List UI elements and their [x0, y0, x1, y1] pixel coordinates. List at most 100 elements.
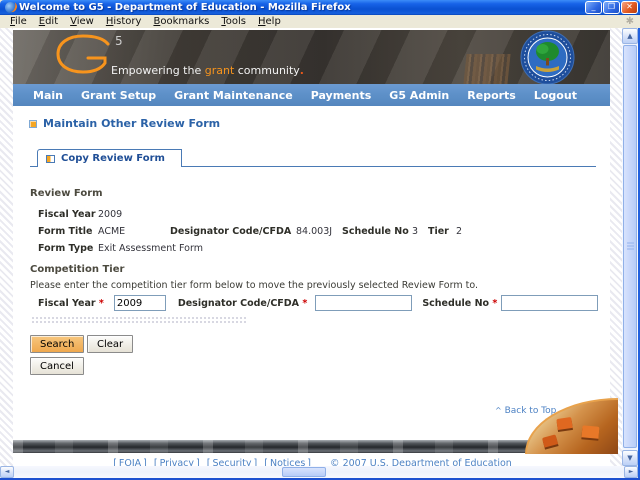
menu-tools[interactable]: Tools [215, 16, 252, 27]
ct-fiscal-year-input[interactable] [113, 295, 166, 311]
competition-tier-instruction: Please enter the competition tier form b… [30, 280, 478, 291]
horizontal-scroll-thumb[interactable] [282, 467, 326, 477]
nav-item-logout[interactable]: Logout [534, 89, 577, 102]
scroll-down-arrow-icon[interactable]: ▼ [622, 450, 638, 466]
fiscal-year-value: 2009 [98, 209, 123, 220]
page-content: 5 Empowering the grant community. Main G… [13, 28, 618, 466]
restore-button[interactable]: ❐ [603, 1, 620, 14]
browser-window: Welcome to G5 - Department of Education … [0, 0, 640, 480]
nav-item-payments[interactable]: Payments [311, 89, 372, 102]
ct-designator-label-text: Designator Code/CFDA [177, 297, 300, 309]
ct-schedule-label: Schedule No * [422, 298, 497, 309]
schedule-no-value: 3 [412, 226, 419, 237]
menu-help[interactable]: Help [252, 16, 287, 27]
footer-link-security[interactable]: Security [213, 458, 252, 466]
schedule-no-label: Schedule No [342, 226, 409, 237]
bracket: ] [307, 458, 312, 466]
footer-link-privacy[interactable]: Privacy [160, 458, 194, 466]
horizontal-scrollbar[interactable]: ◄ ► [0, 466, 638, 478]
review-form-row-3: Form Type Exit Assessment Form [38, 243, 203, 254]
tagline-period: . [299, 64, 304, 77]
minimize-button[interactable]: _ [585, 1, 602, 14]
menu-bar: File Edit View History Bookmarks Tools H… [0, 15, 640, 28]
cancel-button[interactable]: Cancel [30, 357, 84, 375]
menu-file[interactable]: File [4, 16, 33, 27]
ct-fiscal-year-label: Fiscal Year * [38, 298, 104, 309]
chair-shape [541, 434, 559, 448]
scroll-left-arrow-icon[interactable]: ◄ [0, 466, 14, 478]
chair-shape [556, 417, 573, 430]
tier-value: 2 [456, 226, 463, 237]
footer-copyright: © 2007 U.S. Department of Education [330, 458, 512, 466]
nav-item-reports[interactable]: Reports [467, 89, 516, 102]
competition-tier-form-row: Fiscal Year * Designator Code/CFDA * Sch… [38, 295, 599, 311]
designator-code-label: Designator Code/CFDA [170, 226, 292, 237]
ct-designator-required: * [302, 297, 308, 309]
ct-schedule-label-text: Schedule No [422, 297, 490, 309]
tab-copy-review-form[interactable]: Copy Review Form [37, 149, 182, 167]
review-form-section-title: Review Form [30, 188, 103, 199]
caret-up-icon: ^ [495, 406, 502, 415]
ct-fiscal-year-label-text: Fiscal Year [38, 297, 96, 309]
scroll-up-arrow-icon[interactable]: ▲ [622, 28, 638, 44]
bracket: [ [153, 458, 158, 466]
banner-tagline: Empowering the grant community. [111, 64, 304, 77]
ct-fiscal-year-required: * [98, 297, 104, 309]
tab-label: Copy Review Form [61, 153, 165, 164]
ct-schedule-input[interactable] [501, 295, 599, 311]
g5-banner: 5 Empowering the grant community. [13, 30, 610, 84]
bookshelf-image [463, 54, 511, 84]
clear-button[interactable]: Clear [87, 335, 134, 353]
form-title-value: ACME [98, 226, 126, 237]
window-title: Welcome to G5 - Department of Education … [19, 2, 351, 13]
competition-tier-section-title: Competition Tier [30, 264, 125, 275]
tagline-accent: grant [204, 64, 235, 77]
tab-underline [181, 148, 596, 167]
search-button[interactable]: Search [30, 335, 85, 353]
back-to-top-link[interactable]: ^ Back to Top [495, 406, 556, 416]
close-button[interactable]: ✕ [621, 1, 638, 14]
ct-designator-input[interactable] [315, 295, 413, 311]
bracket: [ [206, 458, 211, 466]
g5-logo-five: 5 [115, 34, 123, 48]
tagline-suffix: community [234, 64, 300, 77]
nav-item-main[interactable]: Main [33, 89, 63, 102]
scroll-right-arrow-icon[interactable]: ► [624, 466, 638, 478]
footer-link-notices[interactable]: Notices [270, 458, 305, 466]
chair-shape [581, 425, 600, 439]
tagline-prefix: Empowering the [111, 64, 205, 77]
bracket: [ [113, 458, 117, 466]
tab-row: Copy Review Form [30, 148, 596, 167]
vertical-scrollbar[interactable]: ▲ ▼ [622, 28, 638, 466]
form-type-label: Form Type [38, 243, 94, 254]
bracket: ] [143, 458, 147, 466]
ct-designator-label: Designator Code/CFDA * [178, 298, 307, 309]
department-of-education-seal [520, 30, 575, 84]
page-viewport: 5 Empowering the grant community. Main G… [0, 28, 622, 466]
menu-edit[interactable]: Edit [33, 16, 64, 27]
nav-item-g5-admin[interactable]: G5 Admin [389, 89, 449, 102]
left-stripe-margin [0, 28, 13, 466]
g5-logo-icon [53, 33, 113, 81]
form-title-label: Form Title [38, 226, 93, 237]
back-to-top-label: Back to Top [504, 406, 557, 416]
footer-link-foia[interactable]: FOIA [119, 458, 141, 466]
metal-divider-bar [13, 440, 610, 453]
page-heading: Maintain Other Review Form [29, 117, 220, 130]
nav-item-grant-setup[interactable]: Grant Setup [81, 89, 156, 102]
bullet-square-icon [29, 119, 37, 128]
tab-left-foot [30, 161, 37, 167]
menu-view[interactable]: View [64, 16, 100, 27]
ct-schedule-required: * [492, 297, 498, 309]
bracket: ] [196, 458, 200, 466]
title-bar: Welcome to G5 - Department of Education … [0, 0, 640, 15]
nav-item-grant-maintenance[interactable]: Grant Maintenance [174, 89, 293, 102]
throbber-icon: ✱ [625, 15, 634, 27]
review-form-row-1: Fiscal Year 2009 [38, 209, 122, 220]
designator-code-value: 84.003J [296, 226, 333, 237]
footer: [FOIA] [Privacy] [Security] [Notices] © … [13, 458, 610, 466]
vertical-scroll-thumb[interactable] [623, 45, 637, 448]
menu-bookmarks[interactable]: Bookmarks [147, 16, 215, 27]
menu-history[interactable]: History [100, 16, 148, 27]
fiscal-year-label: Fiscal Year [38, 209, 96, 220]
